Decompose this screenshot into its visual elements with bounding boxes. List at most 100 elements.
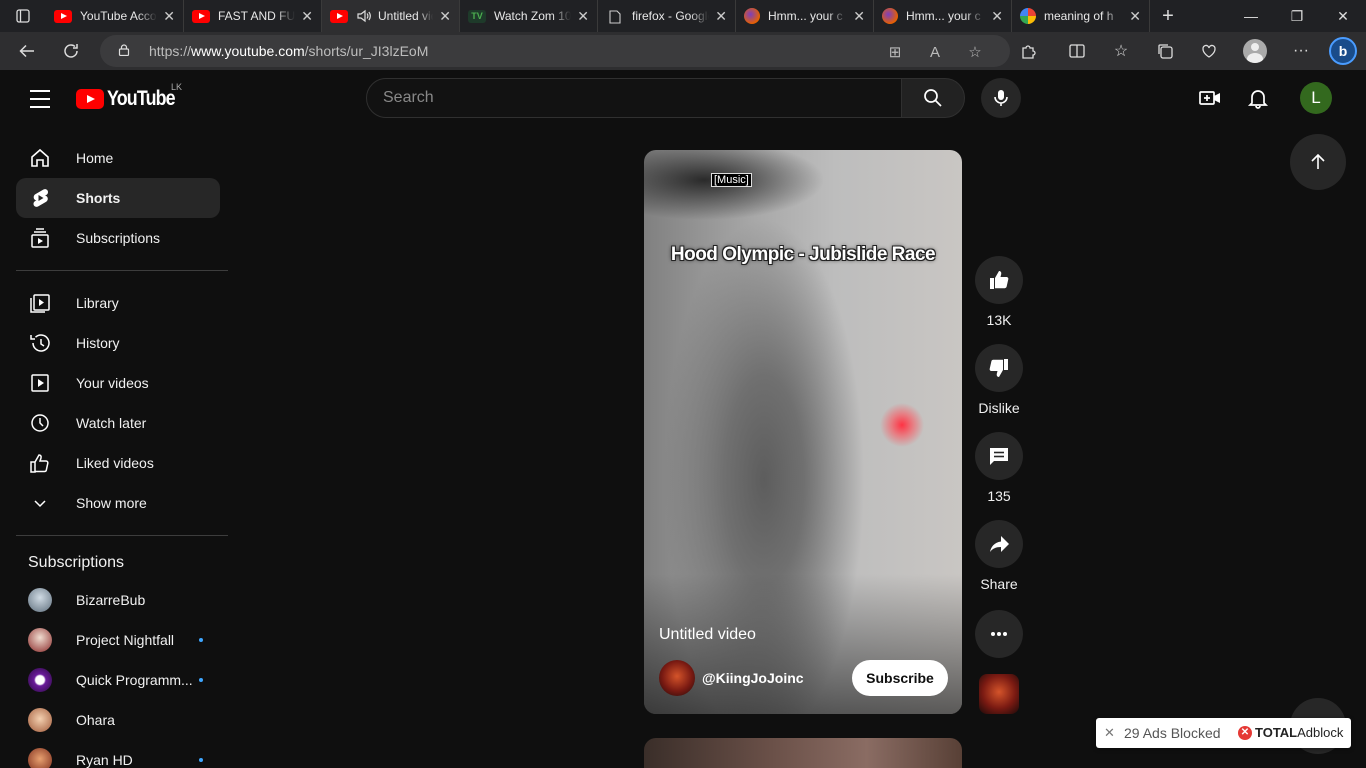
tab-title: YouTube Account: [80, 9, 157, 23]
read-aloud-icon[interactable]: A: [924, 41, 946, 63]
voice-search-button[interactable]: [981, 78, 1021, 118]
tab-title: firefox - Google: [632, 9, 710, 23]
comment-icon: [990, 448, 1008, 465]
tab-title: Untitled video: [378, 9, 433, 23]
youtube-page: YouTube LK L Home Shorts: [4, 70, 1360, 768]
document-icon: [606, 9, 624, 24]
bing-chat-icon[interactable]: b: [1328, 36, 1358, 66]
firefox-icon: [882, 8, 898, 24]
library-icon: [28, 291, 52, 315]
more-menu-icon[interactable]: ···: [1286, 36, 1316, 66]
channel-name[interactable]: @KiingJoJoinc: [702, 670, 804, 686]
app-available-icon[interactable]: ⊞: [884, 41, 906, 63]
create-button[interactable]: [1190, 78, 1230, 118]
close-tab-icon[interactable]: ✕: [439, 8, 451, 25]
sidebar-item-library[interactable]: Library: [16, 283, 220, 323]
sidebar-item-subscriptions[interactable]: Subscriptions: [16, 218, 220, 258]
split-screen-icon[interactable]: [1062, 36, 1092, 66]
sidebar-item-label: Home: [76, 150, 114, 166]
browser-tab[interactable]: TV Watch Zom 100 ✕: [460, 0, 598, 32]
tab-actions-icon[interactable]: [0, 0, 46, 32]
subscription-item[interactable]: Ohara: [16, 700, 220, 740]
address-bar[interactable]: https://www.youtube.com/shorts/ur_JI3lzE…: [100, 35, 1010, 67]
previous-short-button[interactable]: [1290, 134, 1346, 190]
close-tab-icon[interactable]: ✕: [163, 8, 175, 25]
close-tab-icon[interactable]: ✕: [991, 8, 1003, 25]
browser-tab[interactable]: Hmm... your c ✕: [874, 0, 1012, 32]
browser-tab[interactable]: firefox - Google ✕: [598, 0, 736, 32]
search-input[interactable]: [368, 79, 888, 117]
dislike-label: Dislike: [978, 400, 1020, 416]
browser-tab-active[interactable]: Untitled video ✕: [322, 0, 460, 32]
menu-icon[interactable]: [28, 87, 52, 111]
profile-icon[interactable]: [1240, 36, 1270, 66]
subscription-item[interactable]: Quick Programm...: [16, 660, 220, 700]
dislike-action: Dislike: [975, 344, 1023, 416]
sidebar-item-label: Show more: [76, 495, 147, 511]
restore-button[interactable]: ❐: [1274, 0, 1320, 32]
next-short-preview[interactable]: [644, 738, 962, 768]
dislike-button[interactable]: [975, 344, 1023, 392]
new-tab-button[interactable]: +: [1150, 0, 1186, 32]
share-button[interactable]: [975, 520, 1023, 568]
browser-tab[interactable]: FAST AND FURIOUS ✕: [184, 0, 322, 32]
refresh-button[interactable]: [56, 36, 86, 66]
close-tab-icon[interactable]: ✕: [577, 8, 589, 25]
youtube-logo[interactable]: YouTube LK: [76, 82, 187, 111]
sidebar-item-your-videos[interactable]: Your videos: [16, 363, 220, 403]
sidebar-item-shorts[interactable]: Shorts: [16, 178, 220, 218]
sidebar-item-watch-later[interactable]: Watch later: [16, 403, 220, 443]
google-icon: [1020, 8, 1036, 24]
url-text[interactable]: https://www.youtube.com/shorts/ur_JI3lzE…: [149, 43, 428, 59]
subscribe-button[interactable]: Subscribe: [852, 660, 948, 696]
subscription-item[interactable]: Project Nightfall: [16, 620, 220, 660]
collections-icon[interactable]: [1150, 36, 1180, 66]
close-icon[interactable]: ✕: [1104, 725, 1120, 741]
favorites-icon[interactable]: ☆: [1106, 36, 1136, 66]
more-action: [975, 610, 1023, 658]
subscription-name: Project Nightfall: [76, 632, 175, 648]
browser-tab[interactable]: meaning of h ✕: [1012, 0, 1150, 32]
close-tab-icon[interactable]: ✕: [301, 8, 313, 25]
comments-button[interactable]: [975, 432, 1023, 480]
browser-tab[interactable]: Hmm... your c ✕: [736, 0, 874, 32]
shorts-video-player[interactable]: [Music] Hood Olympic - Jubislide Race Un…: [644, 150, 962, 714]
your-videos-icon: [28, 371, 52, 395]
like-button[interactable]: [975, 256, 1023, 304]
adblock-brand[interactable]: ✕ TOTAL Adblock: [1238, 725, 1343, 740]
account-avatar[interactable]: L: [1300, 82, 1332, 114]
video-title[interactable]: Untitled video: [659, 626, 756, 644]
browser-essentials-icon[interactable]: [1194, 36, 1224, 66]
subscription-item[interactable]: Ryan HD: [16, 740, 220, 768]
speaker-icon[interactable]: [356, 9, 372, 23]
back-button[interactable]: [12, 36, 42, 66]
subscription-item[interactable]: BizarreBub: [16, 580, 220, 620]
sidebar-item-liked-videos[interactable]: Liked videos: [16, 443, 220, 483]
sidebar-item-show-more[interactable]: Show more: [16, 483, 220, 523]
tab-title: Watch Zom 100: [494, 9, 572, 23]
tab-title: Hmm... your c: [768, 9, 843, 23]
extensions-icon[interactable]: [1014, 36, 1044, 66]
sidebar-item-label: Shorts: [76, 190, 121, 206]
close-window-button[interactable]: ✕: [1320, 0, 1366, 32]
sidebar-item-history[interactable]: History: [16, 323, 220, 363]
lock-icon[interactable]: [118, 44, 130, 56]
favorite-star-icon[interactable]: ☆: [964, 41, 986, 63]
minimize-button[interactable]: —: [1228, 0, 1274, 32]
browser-tab[interactable]: YouTube Account ✕: [46, 0, 184, 32]
more-options-button[interactable]: [975, 610, 1023, 658]
sound-thumbnail[interactable]: [979, 674, 1019, 714]
country-code: LK: [171, 82, 183, 92]
chevron-down-icon: [28, 491, 52, 515]
notifications-button[interactable]: [1238, 78, 1278, 118]
search-button[interactable]: [901, 78, 965, 118]
brand-bold: TOTAL: [1255, 725, 1298, 740]
channel-avatar: [28, 628, 52, 652]
channel-avatar[interactable]: [659, 660, 695, 696]
sidebar-item-home[interactable]: Home: [16, 138, 220, 178]
thumbs-up-icon: [28, 451, 52, 475]
close-tab-icon[interactable]: ✕: [853, 8, 865, 25]
close-tab-icon[interactable]: ✕: [715, 8, 727, 25]
close-tab-icon[interactable]: ✕: [1129, 8, 1141, 25]
sidebar-item-label: Library: [76, 295, 119, 311]
